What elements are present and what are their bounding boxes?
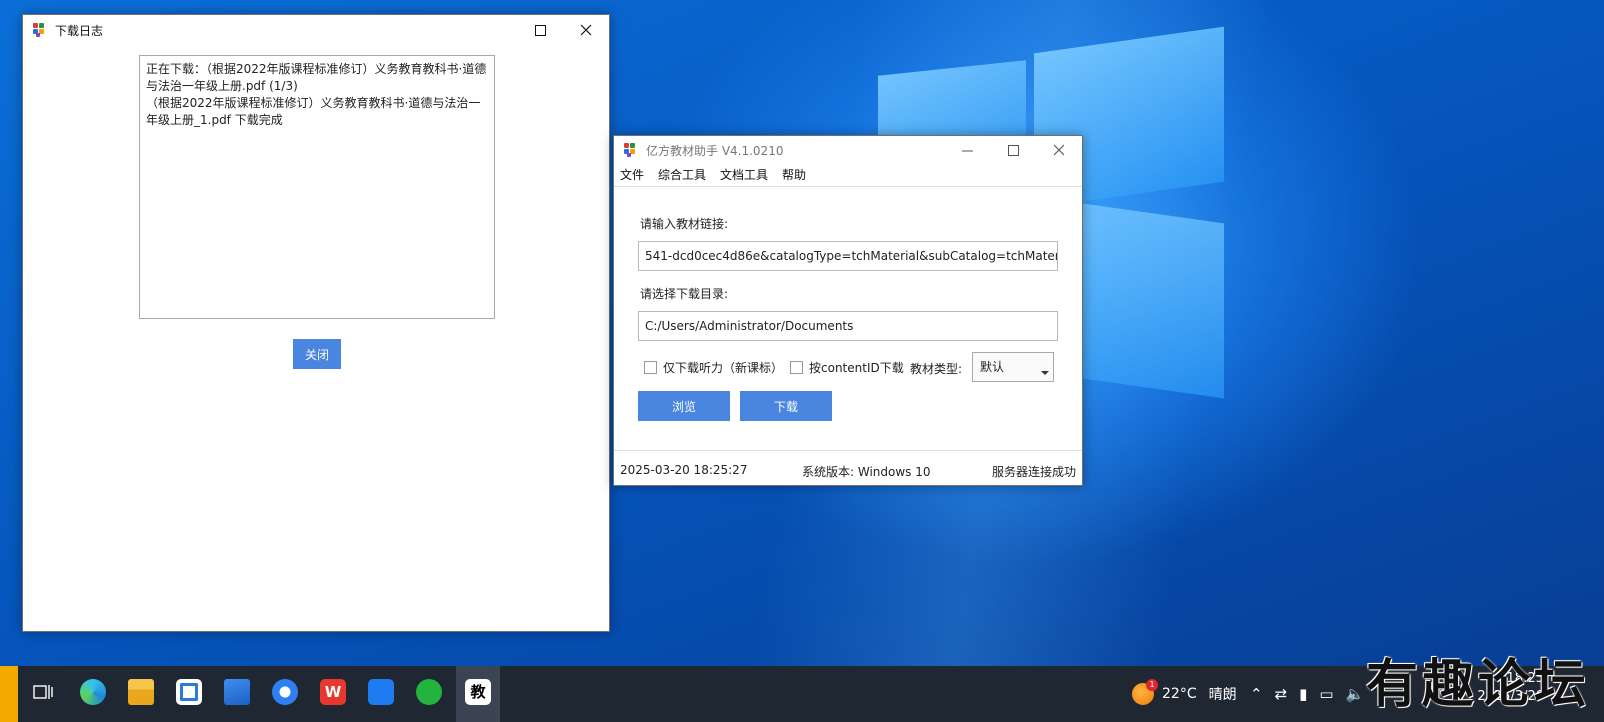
file-explorer-icon[interactable] <box>124 675 158 709</box>
wechat-icon[interactable] <box>412 675 446 709</box>
maximize-icon <box>1007 144 1019 156</box>
main-window-titlebar[interactable]: 亿方教材助手 V4.1.0210 <box>614 136 1082 164</box>
log-window-titlebar[interactable]: 下载日志 <box>23 15 609 45</box>
textbook-type-select[interactable]: 默认 <box>972 352 1054 382</box>
listening-only-checkbox[interactable]: 仅下载听力（新课标） <box>644 359 783 376</box>
tray-app-icon[interactable]: ▮ <box>1299 685 1307 703</box>
status-os-version: 系统版本: Windows 10 <box>802 465 931 479</box>
status-bar: 2025-03-20 18:25:27 系统版本: Windows 10 服务器… <box>614 450 1082 485</box>
store-icon[interactable] <box>172 675 206 709</box>
minimize-icon <box>961 150 973 151</box>
close-window-button[interactable] <box>1036 136 1082 164</box>
close-log-button[interactable]: 关闭 <box>293 339 341 369</box>
forum-watermark: 有趣论坛 <box>1365 654 1590 715</box>
textbook-helper-window: 亿方教材助手 V4.1.0210 文件 综合工具 文档工具 帮助 请输入教材链接… <box>613 135 1083 486</box>
browse-button[interactable]: 浏览 <box>638 391 730 421</box>
dir-input[interactable]: C:/Users/Administrator/Documents <box>638 311 1058 341</box>
tray-chevron-up-icon[interactable]: ⌃ <box>1250 685 1263 703</box>
menu-file[interactable]: 文件 <box>620 166 644 183</box>
close-window-button[interactable] <box>563 15 609 45</box>
start-accent[interactable] <box>0 666 18 722</box>
menu-help[interactable]: 帮助 <box>782 166 806 183</box>
wps-office-icon[interactable]: W <box>316 675 350 709</box>
weather-temp: 22°C <box>1162 686 1197 702</box>
log-window-title: 下载日志 <box>55 23 104 38</box>
status-datetime: 2025-03-20 18:25:27 <box>620 463 748 477</box>
download-log-text[interactable]: 正在下载：（根据2022年版课程标准修订）义务教育教科书·道德与法治一年级上册.… <box>139 55 495 319</box>
maximize-button[interactable] <box>517 15 563 45</box>
textbook-app-icon[interactable]: 教 <box>461 675 495 709</box>
link-input[interactable]: 541-dcd0cec4d86e&catalogType=tchMaterial… <box>638 241 1058 271</box>
dir-label: 请选择下载目录: <box>640 287 729 301</box>
system-tray: ⌃ ⇄ ▮ ▭ 🔈 <box>1250 666 1376 722</box>
task-view-icon[interactable] <box>26 675 60 709</box>
menu-tools[interactable]: 综合工具 <box>658 166 706 183</box>
weather-desc: 晴朗 <box>1208 687 1237 703</box>
browser-icon[interactable] <box>268 675 302 709</box>
tray-battery-icon[interactable]: ▭ <box>1319 685 1333 703</box>
download-log-window: 下载日志 正在下载：（根据2022年版课程标准修订）义务教育教科书·道德与法治一… <box>22 14 610 632</box>
menu-doc-tools[interactable]: 文档工具 <box>720 166 768 183</box>
checkbox-box[interactable] <box>790 361 803 374</box>
taskbar: W 教 1 22°C 晴朗 ⌃ ⇄ ▮ ▭ 🔈 18:25 2025/3/20 <box>0 666 1604 722</box>
type-label: 教材类型: <box>910 362 963 376</box>
mail-icon[interactable] <box>220 675 254 709</box>
close-icon <box>580 24 592 36</box>
main-content: 请输入教材链接: 541-dcd0cec4d86e&catalogType=tc… <box>614 186 1082 452</box>
feishu-icon[interactable] <box>364 675 398 709</box>
app-logo-icon <box>33 23 47 37</box>
weather-widget[interactable]: 1 22°C 晴朗 <box>1132 666 1237 722</box>
listening-only-label: 仅下载听力（新课标） <box>663 361 784 375</box>
app-logo-icon <box>624 143 638 157</box>
edge-browser-icon[interactable] <box>76 675 110 709</box>
tray-volume-icon[interactable]: 🔈 <box>1346 685 1365 703</box>
contentid-label: 按contentID下载 <box>809 361 904 375</box>
status-server: 服务器连接成功 <box>991 465 1076 479</box>
minimize-button[interactable] <box>944 136 990 164</box>
close-icon <box>1053 144 1065 156</box>
maximize-icon <box>534 24 546 36</box>
dropdown-caret-icon <box>1041 371 1049 375</box>
maximize-button[interactable] <box>990 136 1036 164</box>
link-label: 请输入教材链接: <box>640 217 729 231</box>
weather-sun-icon: 1 <box>1132 679 1158 705</box>
main-window-title: 亿方教材助手 V4.1.0210 <box>646 143 784 158</box>
menu-bar: 文件 综合工具 文档工具 帮助 <box>614 164 1082 184</box>
checkbox-box[interactable] <box>644 361 657 374</box>
contentid-checkbox[interactable]: 按contentID下载 <box>790 359 904 376</box>
weather-badge: 1 <box>1146 679 1158 691</box>
type-selected-value: 默认 <box>980 360 1005 374</box>
download-button[interactable]: 下载 <box>740 391 832 421</box>
tray-network-icon[interactable]: ⇄ <box>1275 685 1288 703</box>
